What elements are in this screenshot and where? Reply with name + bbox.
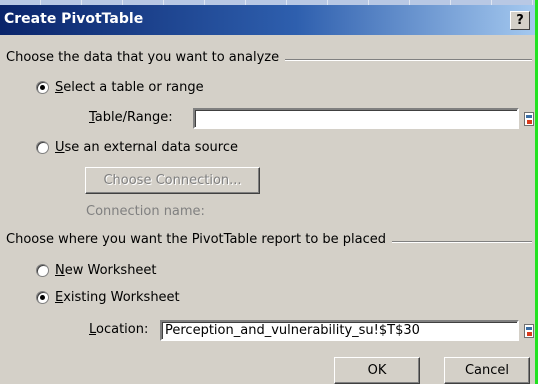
radio-select-table-indicator[interactable] xyxy=(36,81,49,94)
radio-new-worksheet-indicator[interactable] xyxy=(36,264,49,277)
data-section-heading: Choose the data that you want to analyze xyxy=(6,50,286,65)
radio-new-worksheet[interactable]: New Worksheet xyxy=(36,263,157,278)
help-button[interactable]: ? xyxy=(510,11,530,30)
radio-existing-worksheet-indicator[interactable] xyxy=(36,291,49,304)
radio-select-table-label: Select a table or range xyxy=(55,80,204,95)
connection-name-label: Connection name: xyxy=(86,204,205,219)
radio-new-worksheet-label: New Worksheet xyxy=(55,263,157,278)
radio-external-source-indicator[interactable] xyxy=(36,141,49,154)
radio-select-table[interactable]: Select a table or range xyxy=(36,80,204,95)
radio-external-source-label: Use an external data source xyxy=(55,140,238,155)
placement-section-heading: Choose where you want the PivotTable rep… xyxy=(6,232,393,247)
location-collapse-icon[interactable] xyxy=(524,324,534,338)
title-bar[interactable]: Create PivotTable ? xyxy=(0,5,538,35)
location-label: Location: xyxy=(89,322,149,337)
radio-existing-worksheet-label: Existing Worksheet xyxy=(55,290,180,305)
cancel-button[interactable]: Cancel xyxy=(444,357,530,384)
radio-existing-worksheet[interactable]: Existing Worksheet xyxy=(36,290,180,305)
table-range-label: Table/Range: xyxy=(89,110,173,125)
location-input[interactable]: Perception_and_vulnerability_su!$T$30 xyxy=(160,320,519,341)
radio-external-source[interactable]: Use an external data source xyxy=(36,140,238,155)
dialog-title: Create PivotTable xyxy=(4,11,144,27)
table-range-input[interactable] xyxy=(193,108,519,129)
choose-connection-button[interactable]: Choose Connection... xyxy=(85,167,260,194)
ok-button[interactable]: OK xyxy=(334,357,420,384)
table-range-collapse-icon[interactable] xyxy=(524,112,534,126)
